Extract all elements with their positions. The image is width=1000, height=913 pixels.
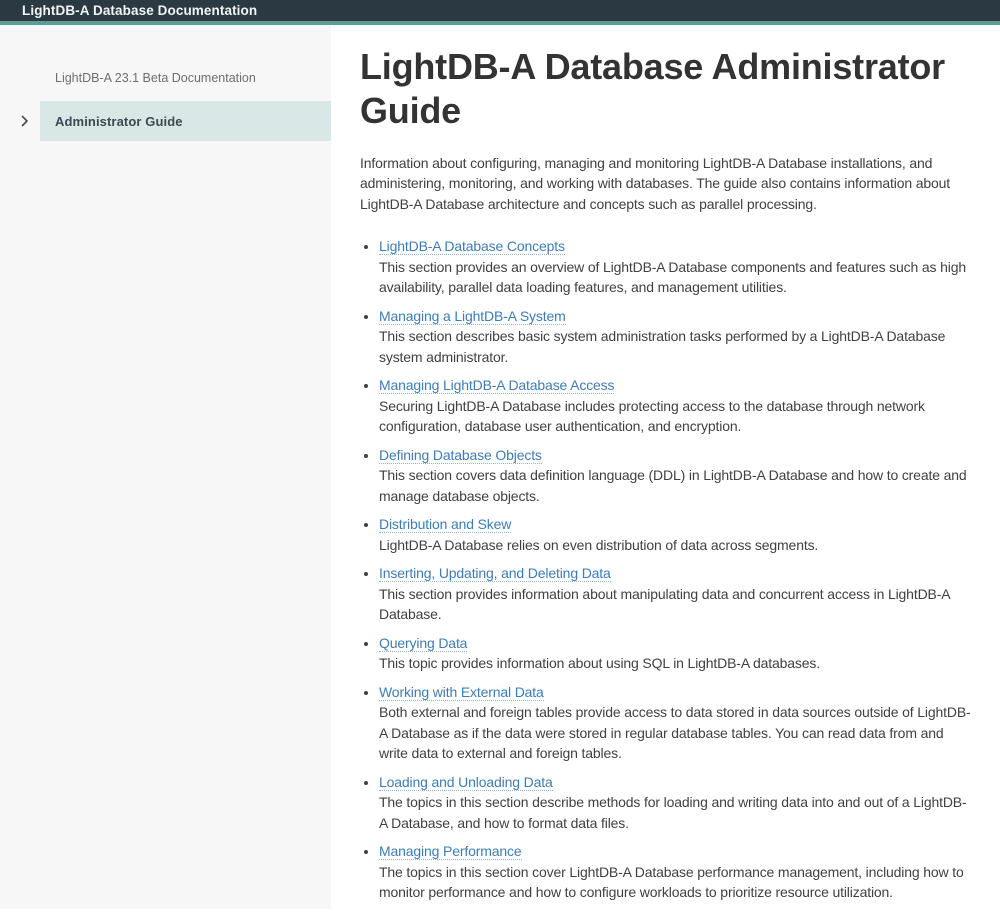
sidebar-item-label: Administrator Guide — [55, 113, 183, 129]
intro-paragraph: Information about configuring, managing … — [360, 154, 951, 212]
toc-link-querying-data[interactable]: Querying Data — [379, 634, 467, 652]
toc-item: Distribution and Skew LightDB-A Database… — [379, 514, 974, 555]
toc-item: Managing Performance The topics in this … — [379, 841, 974, 903]
chevron-right-icon[interactable] — [21, 101, 29, 141]
toc-link-distribution-skew[interactable]: Distribution and Skew — [379, 516, 511, 534]
toc-description: This section describes basic system admi… — [379, 328, 946, 365]
toc-item: Loading and Unloading Data The topics in… — [379, 772, 974, 834]
toc-item: Working with External Data Both external… — [379, 682, 974, 764]
toc-description: The topics in this section cover LightDB… — [379, 863, 964, 901]
toc-link-managing-system[interactable]: Managing a LightDB-A System — [379, 307, 566, 325]
toc-link-database-access[interactable]: Managing LightDB-A Database Access — [379, 377, 615, 395]
toc-item: Managing a LightDB-A System This section… — [379, 306, 974, 368]
toc-description: Securing LightDB-A Database includes pro… — [379, 397, 925, 435]
toc-item: Querying Data This topic provides inform… — [379, 633, 974, 674]
toc-list: LightDB-A Database Concepts This section… — [360, 236, 974, 903]
toc-link-external-data[interactable]: Working with External Data — [379, 683, 544, 701]
page-title: LightDB-A Database Administrator Guide — [360, 46, 945, 131]
main-content: LightDB-A Database Administrator Guide I… — [331, 25, 1000, 909]
sidebar-docset-link[interactable]: LightDB-A 23.1 Beta Documentation — [55, 71, 331, 85]
toc-description: This section covers data definition lang… — [379, 467, 967, 504]
toc-link-database-concepts[interactable]: LightDB-A Database Concepts — [379, 238, 565, 256]
toc-description: Both external and foreign tables provide… — [379, 704, 971, 762]
toc-description: LightDB-A Database relies on even distri… — [379, 536, 819, 553]
sidebar: LightDB-A 23.1 Beta Documentation Admini… — [0, 25, 331, 909]
toc-item: LightDB-A Database Concepts This section… — [379, 236, 974, 298]
toc-link-managing-performance[interactable]: Managing Performance — [379, 843, 522, 861]
toc-link-loading-unloading[interactable]: Loading and Unloading Data — [379, 773, 553, 791]
toc-item: Managing LightDB-A Database Access Secur… — [379, 375, 974, 437]
app-header-title: LightDB-A Database Documentation — [22, 3, 258, 18]
page-layout: LightDB-A 23.1 Beta Documentation Admini… — [0, 25, 1000, 909]
toc-description: This section provides information about … — [379, 585, 950, 623]
toc-item: Defining Database Objects This section c… — [379, 445, 974, 507]
toc-description: This topic provides information about us… — [379, 655, 820, 672]
toc-link-defining-objects[interactable]: Defining Database Objects — [379, 446, 542, 464]
toc-description: The topics in this section describe meth… — [379, 794, 967, 831]
sidebar-nav-row: Administrator Guide — [0, 101, 331, 141]
toc-item: Inserting, Updating, and Deleting Data T… — [379, 563, 974, 625]
sidebar-item-administrator-guide[interactable]: Administrator Guide — [40, 101, 331, 141]
toc-description: This section provides an overview of Lig… — [379, 258, 966, 296]
toc-link-inserting-updating-deleting[interactable]: Inserting, Updating, and Deleting Data — [379, 565, 611, 583]
app-header: LightDB-A Database Documentation — [0, 0, 1000, 25]
